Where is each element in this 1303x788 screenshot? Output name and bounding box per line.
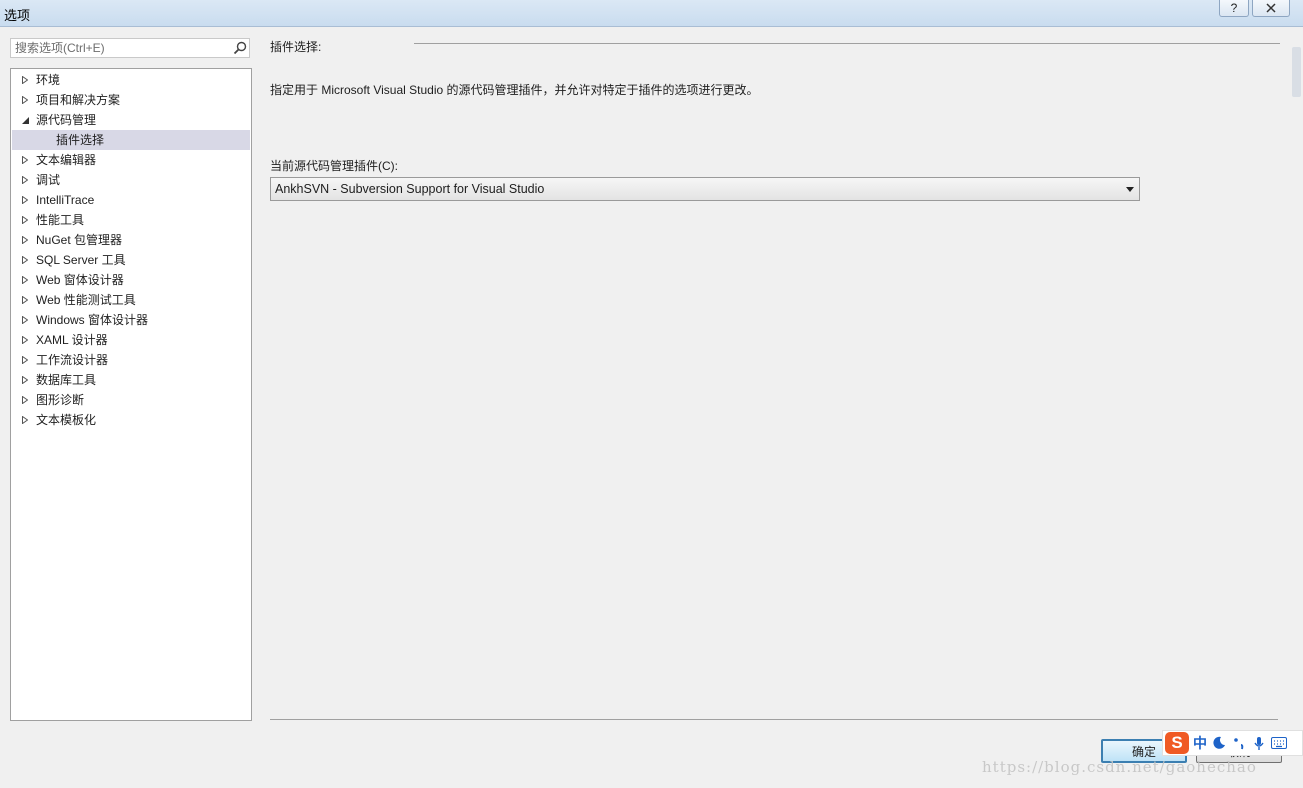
- sogou-logo-icon[interactable]: S: [1165, 732, 1189, 754]
- expanded-arrow-icon[interactable]: [21, 116, 29, 124]
- tree-item[interactable]: 性能工具: [11, 210, 251, 230]
- collapsed-arrow-icon[interactable]: [21, 76, 29, 84]
- tree-item-label: Web 窗体设计器: [36, 273, 124, 287]
- tree-item[interactable]: 工作流设计器: [11, 350, 251, 370]
- plugin-label: 当前源代码管理插件(C):: [270, 159, 398, 173]
- collapsed-arrow-icon[interactable]: [21, 316, 29, 324]
- help-icon: ?: [1230, 1, 1238, 15]
- tree-item[interactable]: 源代码管理: [11, 110, 251, 130]
- tree-item[interactable]: IntelliTrace: [11, 190, 251, 210]
- collapsed-arrow-icon[interactable]: [21, 96, 29, 104]
- chevron-down-icon[interactable]: [1121, 186, 1139, 192]
- tree-item[interactable]: 环境: [11, 70, 251, 90]
- ime-mode-label[interactable]: 中: [1193, 733, 1207, 753]
- collapsed-arrow-icon[interactable]: [21, 396, 29, 404]
- tree-item-label: 项目和解决方案: [36, 93, 121, 107]
- tree-item[interactable]: NuGet 包管理器: [11, 230, 251, 250]
- tree-item[interactable]: 数据库工具: [11, 370, 251, 390]
- close-icon: [1266, 3, 1276, 13]
- section-divider: [414, 43, 1280, 44]
- moon-icon[interactable]: [1211, 735, 1227, 751]
- tree-item-label: SQL Server 工具: [36, 253, 126, 267]
- tree-item-label: 工作流设计器: [36, 353, 109, 367]
- collapsed-arrow-icon[interactable]: [21, 176, 29, 184]
- tree-item[interactable]: XAML 设计器: [11, 330, 251, 350]
- collapsed-arrow-icon[interactable]: [21, 236, 29, 244]
- tree-item[interactable]: SQL Server 工具: [11, 250, 251, 270]
- close-button[interactable]: [1252, 0, 1290, 17]
- collapsed-arrow-icon[interactable]: [21, 356, 29, 364]
- plugin-value: AnkhSVN - Subversion Support for Visual …: [275, 182, 545, 196]
- search-icon[interactable]: [231, 39, 249, 57]
- tree-item-label: 图形诊断: [36, 393, 85, 407]
- tree-item-label: Web 性能测试工具: [36, 293, 136, 307]
- bottom-divider: [270, 719, 1278, 720]
- title-bar: 选项 ?: [0, 0, 1303, 27]
- tree-item[interactable]: 文本编辑器: [11, 150, 251, 170]
- tree-item[interactable]: 图形诊断: [11, 390, 251, 410]
- ime-toolbar[interactable]: S 中: [1162, 730, 1303, 756]
- window-title: 选项: [4, 8, 31, 23]
- tree-item-label: 环境: [36, 73, 61, 87]
- plugin-dropdown[interactable]: AnkhSVN - Subversion Support for Visual …: [270, 177, 1140, 201]
- collapsed-arrow-icon[interactable]: [21, 256, 29, 264]
- tree-item[interactable]: Web 性能测试工具: [11, 290, 251, 310]
- collapsed-arrow-icon[interactable]: [21, 196, 29, 204]
- options-dialog: 环境项目和解决方案源代码管理插件选择文本编辑器调试 IntelliTrace 性能工…: [0, 27, 1303, 788]
- section-title: 插件选择:: [270, 40, 322, 54]
- tree-item-label: 文本模板化: [36, 413, 97, 427]
- background-menu-ghost: [30, 2, 823, 14]
- collapsed-arrow-icon[interactable]: [21, 416, 29, 424]
- tree-item-label: 文本编辑器: [36, 153, 97, 167]
- tree-item[interactable]: Web 窗体设计器: [11, 270, 251, 290]
- search-box[interactable]: [10, 38, 250, 58]
- collapsed-arrow-icon[interactable]: [21, 156, 29, 164]
- tree-item-label: 调试: [36, 173, 61, 187]
- microphone-icon[interactable]: [1251, 735, 1267, 751]
- collapsed-arrow-icon[interactable]: [21, 336, 29, 344]
- tree-item-label: NuGet 包管理器: [36, 233, 123, 247]
- tree-item-label: XAML 设计器: [36, 333, 108, 347]
- tree-item-label: Windows 窗体设计器: [36, 313, 149, 327]
- ok-button-label: 确定: [1131, 744, 1156, 759]
- tree-item-label: 性能工具: [36, 213, 85, 227]
- collapsed-arrow-icon[interactable]: [21, 376, 29, 384]
- tree-item-label: 源代码管理: [36, 113, 97, 127]
- tree-item[interactable]: 插件选择: [12, 130, 250, 150]
- tree-item-label: 插件选择: [56, 133, 105, 147]
- collapsed-arrow-icon[interactable]: [21, 216, 29, 224]
- help-button[interactable]: ?: [1219, 0, 1249, 17]
- tree-item[interactable]: 调试: [11, 170, 251, 190]
- tree-item[interactable]: 项目和解决方案: [11, 90, 251, 110]
- keyboard-icon[interactable]: [1271, 735, 1287, 751]
- description-text: 指定用于 Microsoft Visual Studio 的源代码管理插件，并允…: [270, 83, 759, 97]
- tree-item[interactable]: Windows 窗体设计器: [11, 310, 251, 330]
- tree-item-label: 数据库工具: [36, 373, 97, 387]
- tree-item[interactable]: 文本模板化: [11, 410, 251, 430]
- collapsed-arrow-icon[interactable]: [21, 276, 29, 284]
- scrollbar[interactable]: [1292, 47, 1301, 97]
- punctuation-icon[interactable]: [1231, 735, 1247, 751]
- collapsed-arrow-icon[interactable]: [21, 296, 29, 304]
- tree-item-label: IntelliTrace: [36, 193, 95, 207]
- search-input[interactable]: [11, 40, 231, 56]
- options-tree: 环境项目和解决方案 源代码管理插件选择文本编辑器调试 IntelliTrace 性能工…: [10, 68, 252, 721]
- watermark-text: https://blog.csdn.net/gaohechao: [982, 758, 1257, 776]
